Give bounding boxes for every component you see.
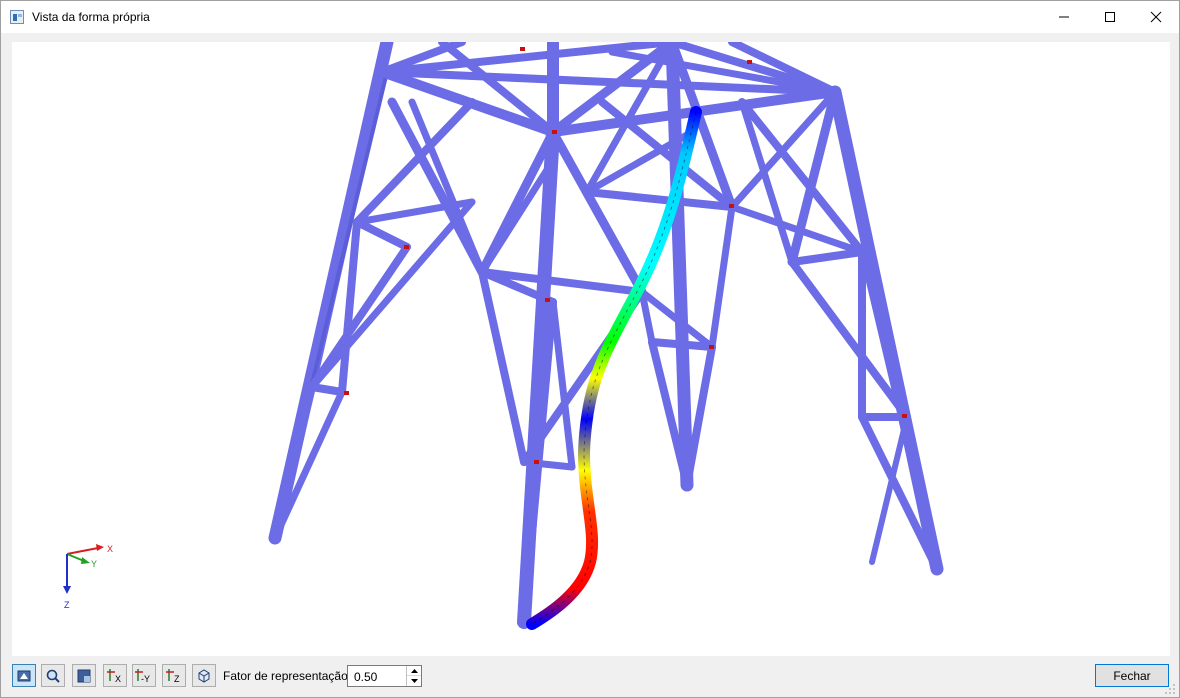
spinner-down-button[interactable] (407, 676, 421, 686)
magnifier-icon (46, 669, 60, 683)
axis-y-label: Y (91, 559, 97, 569)
spinner-up-button[interactable] (407, 666, 421, 676)
isometric-icon (198, 668, 210, 683)
close-icon (1150, 11, 1162, 22)
maximize-icon (1105, 11, 1115, 22)
zoom-button[interactable] (41, 664, 65, 687)
minimize-icon (1059, 16, 1069, 17)
render-style-icon (77, 669, 91, 682)
scale-factor-label: Fator de representação: (223, 669, 352, 683)
spinner-arrows (406, 666, 421, 686)
svg-text:-Y: -Y (141, 674, 150, 684)
view-z-icon: Z (166, 668, 180, 684)
axis-z-label: Z (64, 600, 70, 610)
chevron-up-icon (410, 668, 418, 673)
render-style-button[interactable] (72, 664, 96, 687)
bottom-toolbar: X -Y Z Fator de representação: 0.50 Fech… (1, 659, 1179, 697)
close-button[interactable]: Fechar (1095, 664, 1169, 687)
scale-factor-spinner[interactable]: 0.50 (347, 665, 422, 687)
window-title: Vista da forma própria (32, 10, 150, 24)
axis-triad: X Y Z (63, 544, 113, 610)
view-mode-icon (17, 670, 31, 681)
view-z-button[interactable]: Z (162, 664, 186, 687)
resize-grip-icon[interactable] (1164, 683, 1176, 695)
svg-text:Z: Z (174, 674, 180, 684)
svg-text:X: X (115, 674, 121, 684)
app-icon (10, 10, 24, 24)
view-minus-y-button[interactable]: -Y (132, 664, 156, 687)
maximize-button[interactable] (1087, 1, 1133, 32)
view-x-button[interactable]: X (103, 664, 127, 687)
title-bar: Vista da forma própria (1, 1, 1179, 33)
scale-factor-value[interactable]: 0.50 (354, 670, 377, 684)
eigenshape-view-window: Vista da forma própria X Y Z X -Y Z Fato… (0, 0, 1180, 698)
view-mode-button[interactable] (12, 664, 36, 687)
view-x-icon: X (107, 668, 121, 684)
tower-model-render[interactable]: X Y Z (12, 42, 1170, 656)
model-viewport[interactable]: X Y Z (12, 42, 1170, 656)
minimize-button[interactable] (1041, 1, 1087, 32)
chevron-down-icon (410, 679, 418, 683)
isometric-button[interactable] (192, 664, 216, 687)
view-minus-y-icon: -Y (135, 668, 150, 684)
close-window-button[interactable] (1133, 1, 1179, 32)
tower-members (268, 42, 944, 629)
axis-x-label: X (107, 544, 113, 554)
